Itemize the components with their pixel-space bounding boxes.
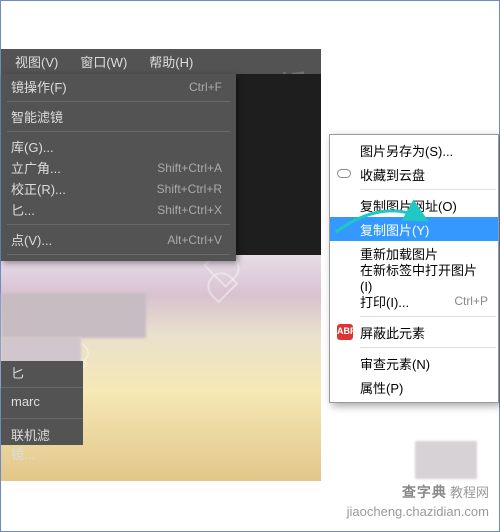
ctx-block-element[interactable]: ABP屏蔽此元素 <box>330 320 498 344</box>
ctx-properties[interactable]: 属性(P) <box>330 375 498 399</box>
cloud-icon <box>337 166 353 182</box>
separator <box>1 387 83 388</box>
separator <box>360 189 496 190</box>
menu-vanishing-point[interactable]: 点(V)...Alt+Ctrl+V <box>1 229 236 250</box>
menu-smart-filter[interactable]: 智能滤镜 <box>1 106 236 127</box>
site-watermark: 查字典 教程网 jiaocheng.chazidian.com <box>347 483 489 521</box>
ctx-print[interactable]: 打印(I)...Ctrl+P <box>330 289 498 313</box>
ctx-copy-image[interactable]: 复制图片(Y) <box>330 217 498 241</box>
filter-dropdown-tail: 匕 marc 联机滤镜... <box>1 361 83 445</box>
menu-filter-gallery[interactable]: 库(G)... <box>1 136 236 157</box>
ctx-save-cloud[interactable]: 收藏到云盘 <box>330 162 498 186</box>
heart-icon <box>202 267 239 304</box>
ctx-copy-image-url[interactable]: 复制图片网址(O) <box>330 193 498 217</box>
separator <box>7 224 230 225</box>
menu-browse-online[interactable]: 联机滤镜... <box>1 423 83 445</box>
separator <box>7 131 230 132</box>
ctx-open-new-tab[interactable]: 在新标签中打开图片(I) <box>330 265 498 289</box>
separator <box>1 418 83 419</box>
separator <box>7 101 230 102</box>
censored-block <box>415 441 477 479</box>
menu-wide-angle[interactable]: 立广角...Shift+Ctrl+A <box>1 157 236 178</box>
filter-dropdown-menu: 镜操作(F)Ctrl+F 智能滤镜 库(G)... 立广角...Shift+Ct… <box>1 74 236 261</box>
context-menu: 图片另存为(S)... 收藏到云盘 复制图片网址(O) 复制图片(Y) 重新加载… <box>329 134 499 403</box>
separator <box>360 316 496 317</box>
menu-item[interactable]: marc <box>1 392 83 414</box>
menu-view[interactable]: 视图(V) <box>15 52 58 71</box>
app-menubar: 视图(V) 窗口(W) 帮助(H) <box>1 49 321 74</box>
menu-help[interactable]: 帮助(H) <box>149 52 193 71</box>
menu-lens-correction[interactable]: 校正(R)...Shift+Ctrl+R <box>1 178 236 199</box>
ctx-save-image-as[interactable]: 图片另存为(S)... <box>330 138 498 162</box>
menu-window[interactable]: 窗口(W) <box>80 52 127 71</box>
menu-last-filter[interactable]: 镜操作(F)Ctrl+F <box>1 76 236 97</box>
ctx-inspect[interactable]: 审查元素(N) <box>330 351 498 375</box>
separator <box>7 254 230 255</box>
censored-block <box>1 293 146 338</box>
abp-icon: ABP <box>337 324 353 340</box>
menu-liquify[interactable]: 匕...Shift+Ctrl+X <box>1 199 236 220</box>
menu-item[interactable]: 匕 <box>1 361 83 383</box>
separator <box>360 347 496 348</box>
canvas-dark <box>236 74 321 256</box>
